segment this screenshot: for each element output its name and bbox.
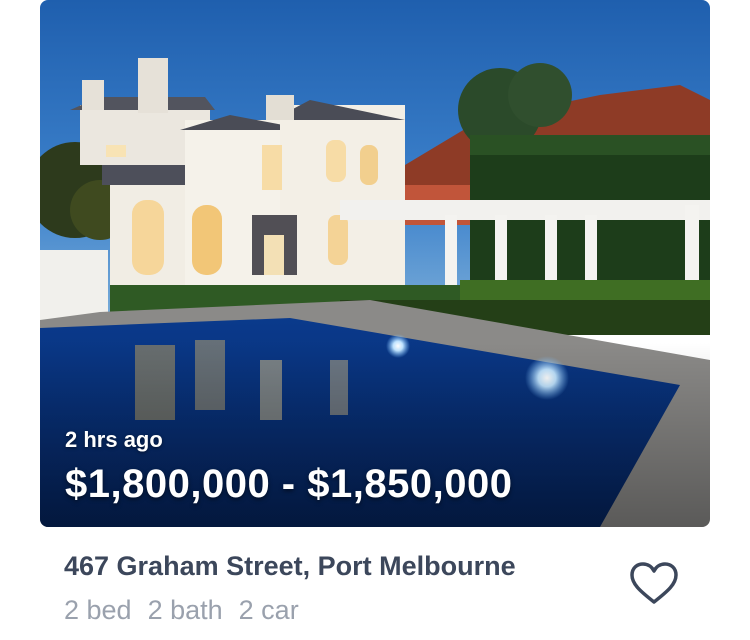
bath-count: 2 bath bbox=[147, 595, 223, 625]
property-card[interactable]: 2 hrs ago $1,800,000 - $1,850,000 467 Gr… bbox=[0, 0, 750, 640]
property-photo[interactable]: 2 hrs ago $1,800,000 - $1,850,000 bbox=[40, 0, 710, 527]
heart-outline-icon bbox=[630, 562, 678, 604]
listing-features: 2 bed 2 bath 2 car bbox=[64, 595, 299, 626]
car-count: 2 car bbox=[238, 595, 299, 625]
listing-price: $1,800,000 - $1,850,000 bbox=[65, 462, 513, 506]
bed-count: 2 bed bbox=[64, 595, 132, 625]
listing-time: 2 hrs ago bbox=[65, 427, 163, 452]
favorite-button[interactable] bbox=[628, 558, 680, 610]
listing-address[interactable]: 467 Graham Street, Port Melbourne bbox=[64, 551, 516, 582]
